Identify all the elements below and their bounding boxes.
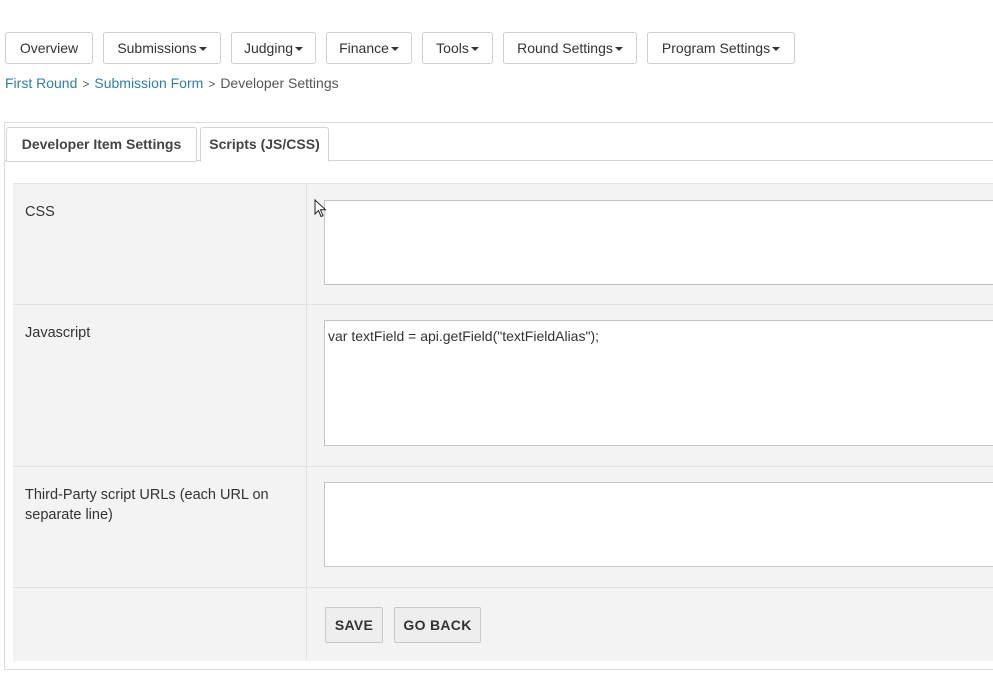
- actions-label-cell: [13, 588, 307, 661]
- caret-down-icon: [390, 47, 399, 52]
- tab-label: Developer Item Settings: [21, 136, 182, 152]
- round-settings-menu-button[interactable]: Round Settings: [503, 32, 637, 64]
- overview-label: Overview: [19, 40, 79, 56]
- javascript-textarea[interactable]: [325, 321, 993, 445]
- program-settings-menu-button[interactable]: Program Settings: [647, 32, 795, 64]
- caret-down-icon: [198, 47, 207, 52]
- judging-menu-button[interactable]: Judging: [231, 32, 316, 64]
- css-label: CSS: [13, 184, 307, 304]
- judging-label: Judging: [243, 40, 294, 56]
- css-row: CSS: [13, 184, 993, 305]
- caret-down-icon: [295, 47, 304, 52]
- program-settings-label: Program Settings: [661, 40, 771, 56]
- tools-label: Tools: [436, 40, 469, 56]
- scripts-form: CSS Javascript Third-Party script URLs (…: [13, 183, 993, 661]
- breadcrumb-current: Developer Settings: [220, 75, 339, 91]
- javascript-field: [324, 320, 993, 446]
- css-textarea[interactable]: [325, 201, 993, 284]
- tab-developer-item-settings[interactable]: Developer Item Settings: [6, 127, 197, 162]
- submissions-menu-button[interactable]: Submissions: [103, 32, 221, 64]
- third-party-label: Third-Party script URLs (each URL on sep…: [13, 467, 307, 587]
- third-party-textarea[interactable]: [325, 483, 993, 566]
- actions-row: SAVE GO BACK: [13, 588, 993, 661]
- overview-button[interactable]: Overview: [5, 32, 93, 64]
- breadcrumb-submission-form-link[interactable]: Submission Form: [94, 75, 203, 91]
- save-button[interactable]: SAVE: [325, 607, 383, 643]
- finance-label: Finance: [339, 40, 389, 56]
- breadcrumb-separator: >: [208, 77, 216, 91]
- javascript-row: Javascript: [13, 305, 993, 467]
- third-party-field: [324, 482, 993, 567]
- round-settings-label: Round Settings: [517, 40, 613, 56]
- settings-panel: Developer Item Settings Scripts (JS/CSS)…: [4, 122, 993, 670]
- caret-down-icon: [614, 47, 623, 52]
- breadcrumb: First Round > Submission Form > Developer Se…: [5, 74, 339, 93]
- tab-scripts[interactable]: Scripts (JS/CSS): [200, 127, 329, 162]
- third-party-row: Third-Party script URLs (each URL on sep…: [13, 467, 993, 588]
- tools-menu-button[interactable]: Tools: [422, 32, 493, 64]
- css-field: [324, 200, 993, 285]
- caret-down-icon: [772, 47, 781, 52]
- go-back-button[interactable]: GO BACK: [394, 607, 481, 643]
- finance-menu-button[interactable]: Finance: [326, 32, 412, 64]
- breadcrumb-first-round-link[interactable]: First Round: [5, 75, 77, 91]
- javascript-label: Javascript: [13, 305, 307, 466]
- breadcrumb-separator: >: [82, 77, 90, 91]
- tab-bar: Developer Item Settings Scripts (JS/CSS): [5, 123, 993, 162]
- tab-label: Scripts (JS/CSS): [209, 136, 320, 152]
- submissions-label: Submissions: [117, 40, 197, 56]
- caret-down-icon: [470, 47, 479, 52]
